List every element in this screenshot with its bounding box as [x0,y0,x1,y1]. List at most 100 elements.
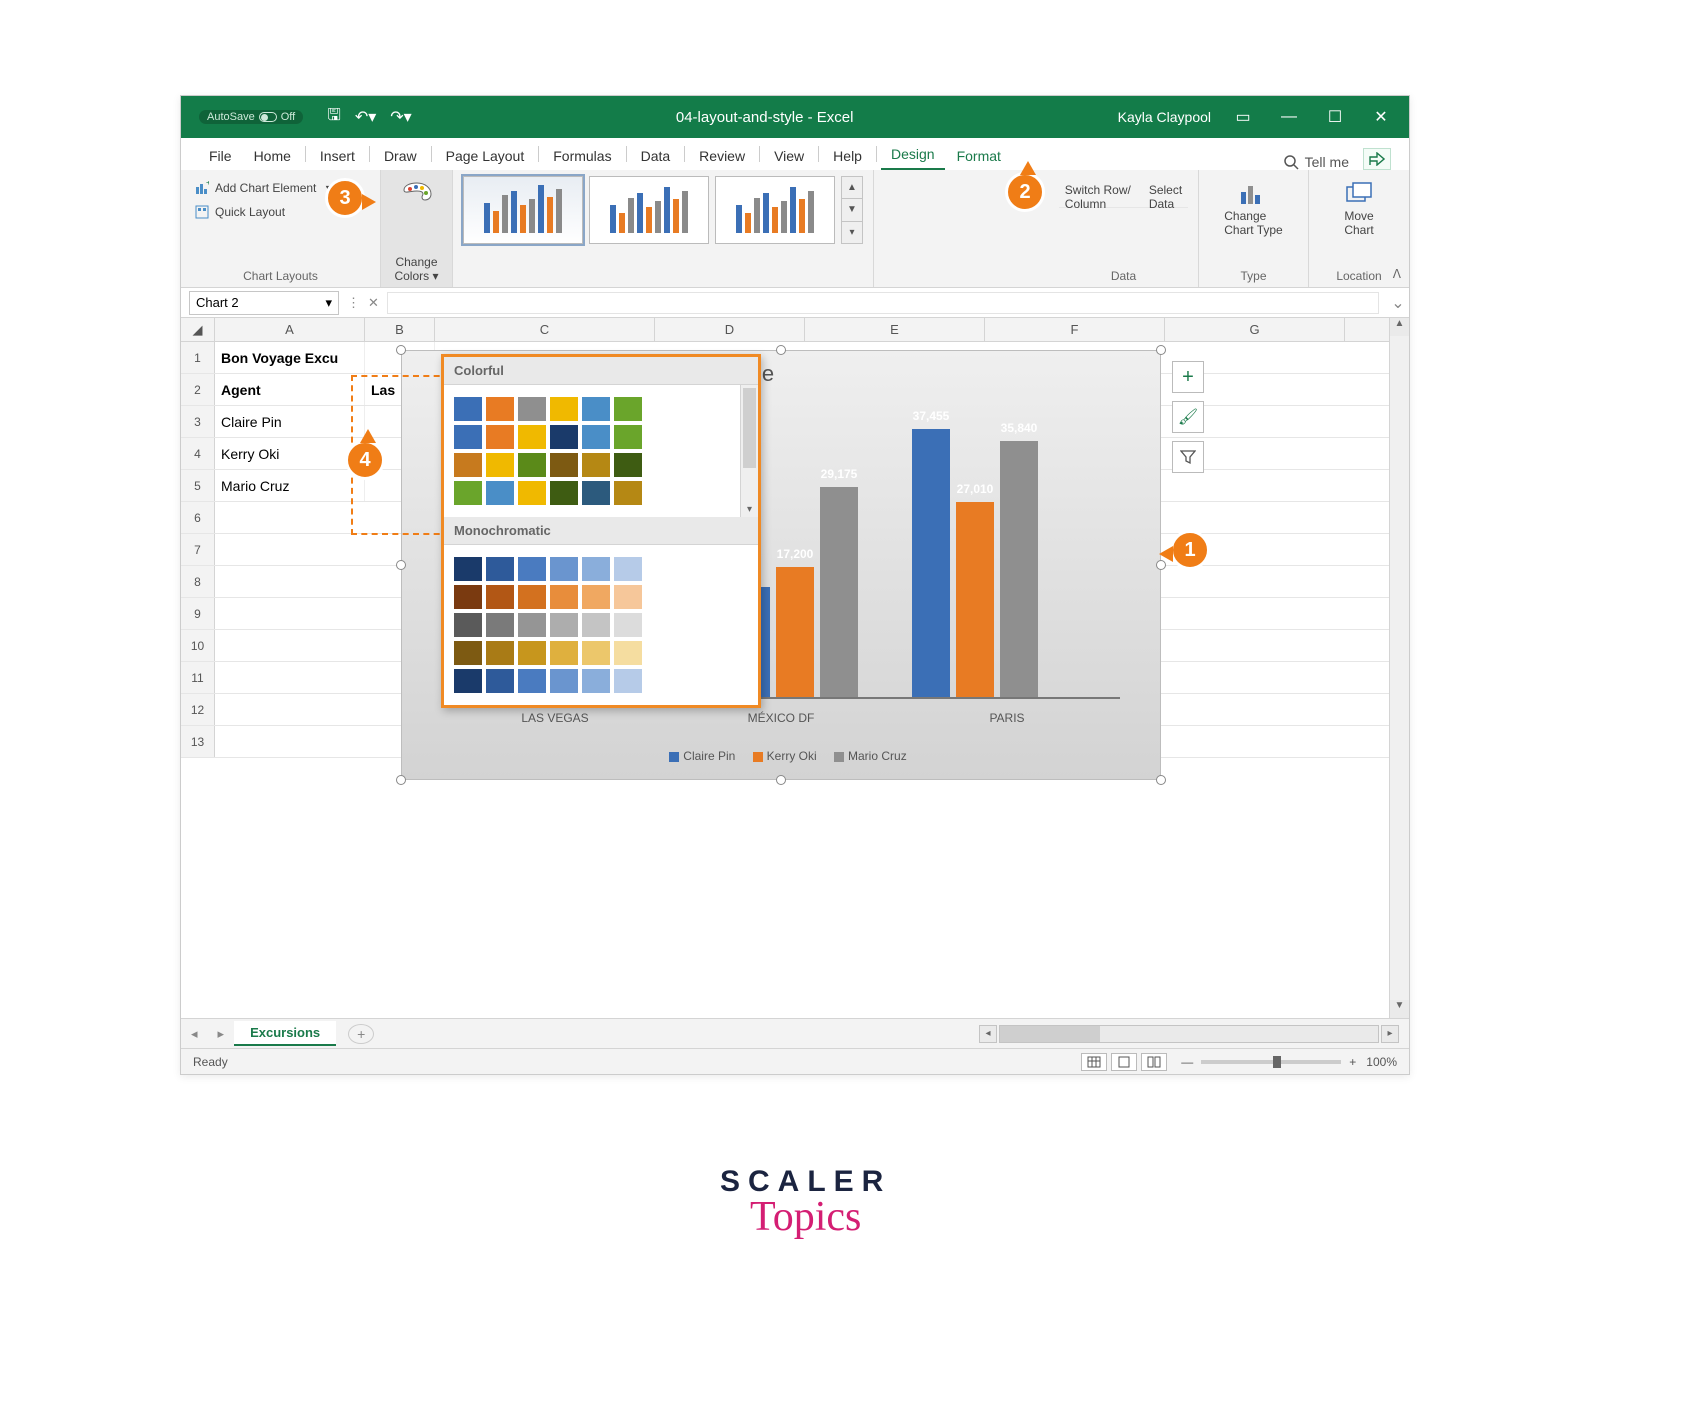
change-chart-type-button[interactable]: ChangeChart Type [1224,180,1282,237]
minimize-icon[interactable]: — [1275,108,1303,126]
row-hdr[interactable]: 10 [181,630,215,661]
col-F[interactable]: F [985,318,1165,341]
color-palette-row[interactable] [454,585,730,609]
bar[interactable]: 17,200 [776,567,814,697]
cell[interactable]: Kerry Oki [215,438,365,469]
view-normal-icon[interactable] [1081,1053,1107,1071]
row-hdr[interactable]: 8 [181,566,215,597]
col-D[interactable]: D [655,318,805,341]
share-button[interactable] [1363,148,1391,170]
change-colors-dropdown[interactable]: Colorful ▾ Monochromatic [441,354,761,708]
view-page-layout-icon[interactable] [1111,1053,1137,1071]
row-hdr[interactable]: 3 [181,406,215,437]
chart-styles-button[interactable]: 🖌 [1172,401,1204,433]
cancel-icon[interactable]: ⋮ [347,295,360,311]
dropdown-scrollbar[interactable]: ▾ [740,385,758,517]
tab-formulas[interactable]: Formulas [543,142,621,170]
cell[interactable]: Agent [215,374,365,405]
sheet-tab-excursions[interactable]: Excursions [234,1021,336,1046]
color-palette-row[interactable] [454,669,730,693]
close-icon[interactable]: ✕ [1367,107,1395,127]
change-colors-button[interactable]: ChangeColors ▾ [381,170,453,287]
fx-cancel-icon[interactable]: ✕ [368,295,379,311]
row-hdr[interactable]: 4 [181,438,215,469]
row-hdr[interactable]: 11 [181,662,215,693]
switch-row-column-button[interactable]: Switch Row/Column [1065,180,1131,207]
tab-draw[interactable]: Draw [374,142,427,170]
chart-legend[interactable]: Claire Pin Kerry Oki Mario Cruz [402,749,1160,763]
tab-page-layout[interactable]: Page Layout [436,142,535,170]
bar[interactable]: 29,175 [820,487,858,697]
user-name[interactable]: Kayla Claypool [1118,109,1211,125]
chart-elements-button[interactable]: + [1172,361,1204,393]
tab-file[interactable]: File [199,142,242,170]
sheet-nav-next[interactable]: ▸ [208,1026,235,1042]
view-page-break-icon[interactable] [1141,1053,1167,1071]
zoom-slider[interactable] [1201,1060,1341,1064]
row-hdr[interactable]: 1 [181,342,215,373]
resize-handle[interactable] [1156,775,1166,785]
row-hdr[interactable]: 9 [181,598,215,629]
chart-style-1[interactable] [463,176,583,244]
tab-home[interactable]: Home [244,142,301,170]
tab-view[interactable]: View [764,142,814,170]
chart-style-3[interactable] [715,176,835,244]
bar[interactable]: 35,840 [1000,441,1038,697]
row-hdr[interactable]: 5 [181,470,215,501]
tell-me-search[interactable]: Tell me [1283,154,1349,170]
resize-handle[interactable] [1156,345,1166,355]
tab-data[interactable]: Data [631,142,681,170]
chart-filters-button[interactable] [1172,441,1204,473]
col-B[interactable]: B [365,318,435,341]
row-hdr[interactable]: 6 [181,502,215,533]
formula-input[interactable] [387,292,1379,314]
col-E[interactable]: E [805,318,985,341]
save-icon[interactable]: 🖫 [327,104,341,131]
horizontal-scrollbar[interactable]: ◂▸ [979,1025,1409,1043]
cell[interactable]: Claire Pin [215,406,365,437]
cell[interactable]: Bon Voyage Excu [215,342,365,373]
resize-handle[interactable] [776,775,786,785]
expand-formula-icon[interactable]: ⌄ [1387,293,1409,313]
resize-handle[interactable] [776,345,786,355]
resize-handle[interactable] [396,345,406,355]
maximize-icon[interactable]: ☐ [1321,107,1349,127]
row-hdr[interactable]: 2 [181,374,215,405]
bar[interactable]: 37,455 [912,429,950,697]
bar[interactable]: 27,010 [956,502,994,697]
row-hdr[interactable]: 12 [181,694,215,725]
row-hdr[interactable]: 13 [181,726,215,757]
autosave-toggle[interactable]: AutoSave Off [199,110,303,124]
row-hdr[interactable]: 7 [181,534,215,565]
tab-design[interactable]: Design [881,140,945,170]
color-palette-row[interactable] [454,481,730,505]
color-palette-row[interactable] [454,557,730,581]
tab-format[interactable]: Format [947,142,1011,170]
redo-icon[interactable]: ↷▾ [390,107,411,127]
vertical-scrollbar[interactable]: ▲▼ [1389,318,1409,1018]
col-C[interactable]: C [435,318,655,341]
resize-handle[interactable] [396,560,406,570]
zoom-out-icon[interactable]: — [1181,1055,1193,1069]
new-sheet-button[interactable]: + [348,1024,374,1044]
chart-styles-scroll[interactable]: ▲▼▾ [841,176,863,244]
chart-style-2[interactable] [589,176,709,244]
zoom-in-icon[interactable]: + [1349,1055,1356,1069]
ribbon-display-icon[interactable]: ▭ [1229,107,1257,127]
col-A[interactable]: A [215,318,365,341]
color-palette-row[interactable] [454,613,730,637]
color-palette-row[interactable] [454,453,730,477]
move-chart-button[interactable]: MoveChart [1344,180,1374,237]
zoom-percent[interactable]: 100% [1366,1055,1397,1069]
cell[interactable]: Mario Cruz [215,470,365,501]
color-palette-row[interactable] [454,397,730,421]
resize-handle[interactable] [396,775,406,785]
undo-icon[interactable]: ↶▾ [355,107,376,127]
color-palette-row[interactable] [454,641,730,665]
select-all-corner[interactable]: ◢ [181,318,215,341]
tab-insert[interactable]: Insert [310,142,365,170]
tab-review[interactable]: Review [689,142,755,170]
tab-help[interactable]: Help [823,142,872,170]
select-data-button[interactable]: SelectData [1149,180,1182,207]
color-palette-row[interactable] [454,425,730,449]
